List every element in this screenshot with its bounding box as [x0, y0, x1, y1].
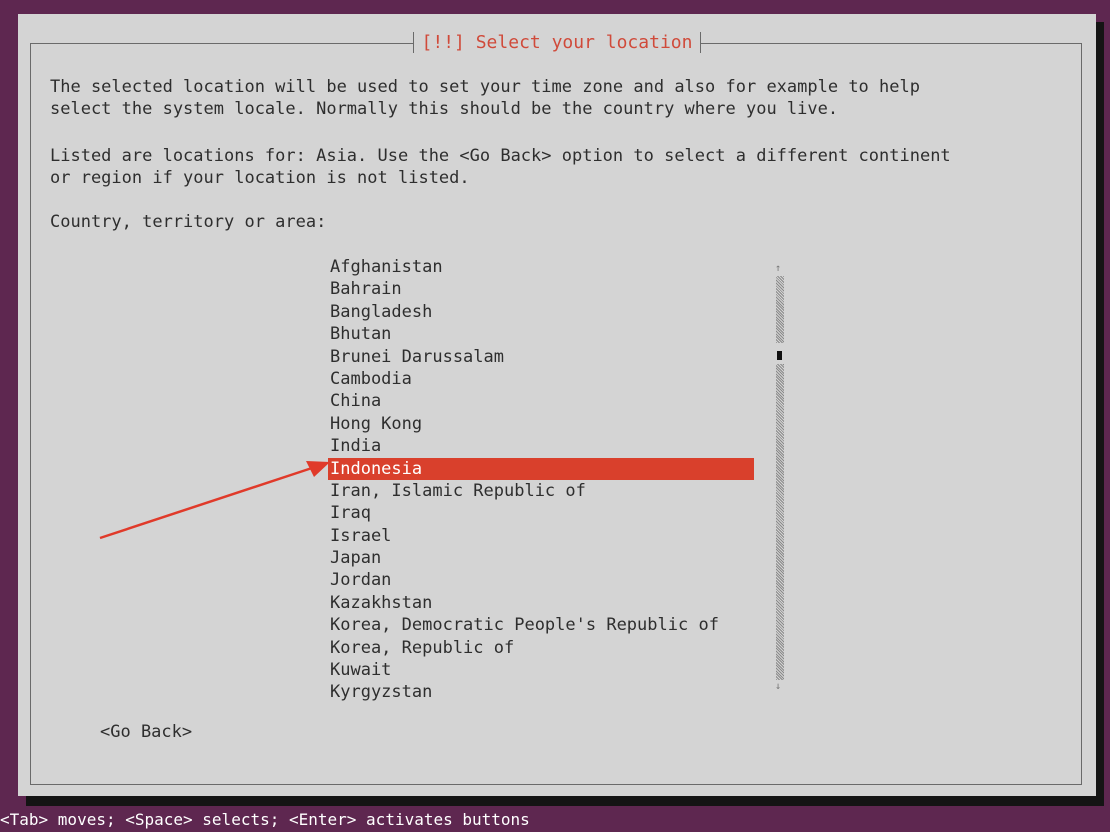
red-arrow-icon — [99, 461, 330, 540]
status-bar: <Tab> moves; <Space> selects; <Enter> ac… — [0, 810, 530, 829]
